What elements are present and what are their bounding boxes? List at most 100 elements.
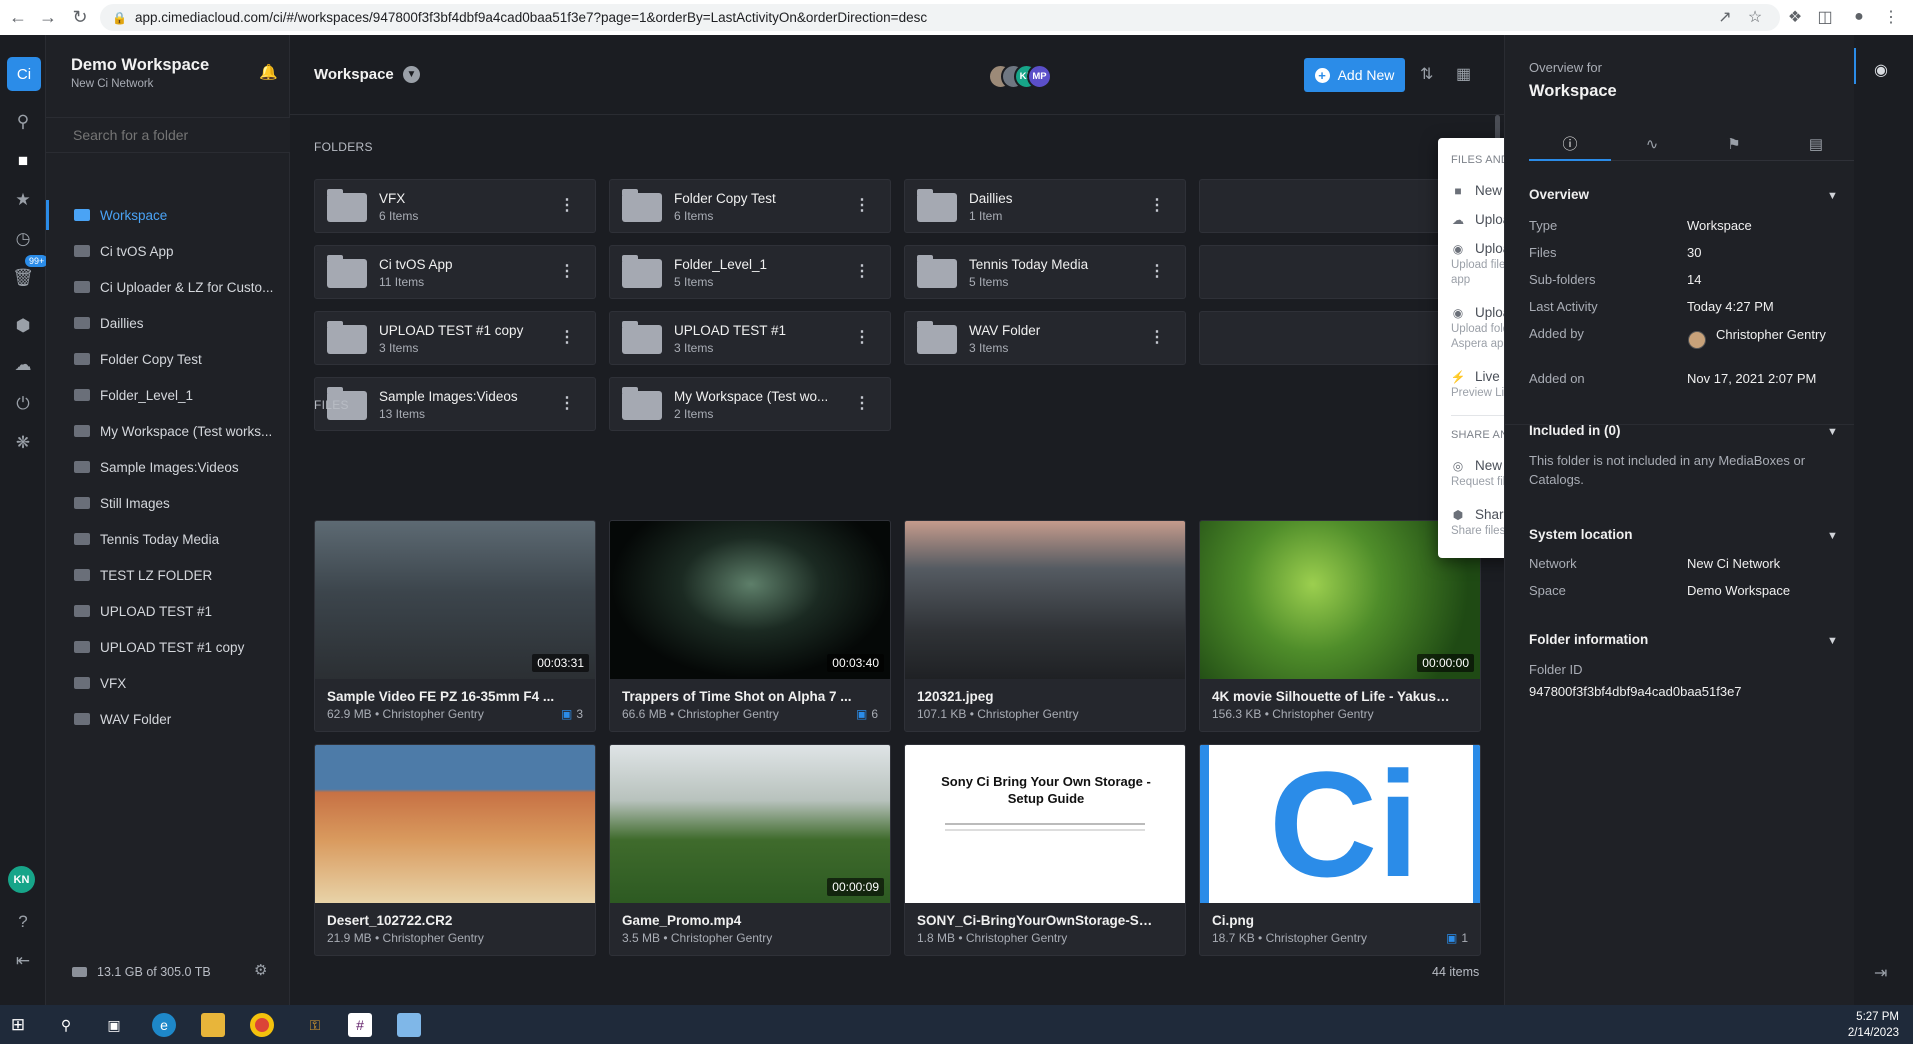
sidebar-folder-item[interactable]: Ci Uploader & LZ for Custo...: [46, 272, 290, 302]
forward-icon[interactable]: →: [32, 0, 64, 35]
folder-card[interactable]: UPLOAD TEST #1 copy 3 Items ⋮: [314, 311, 596, 365]
sidebar-folder-item[interactable]: Folder_Level_1: [46, 380, 290, 410]
folder-info-heading[interactable]: Folder information: [1529, 632, 1648, 647]
settings-gear-icon[interactable]: ⚙: [254, 961, 267, 979]
comment-count[interactable]: ▣ 3: [561, 707, 583, 721]
folder-card[interactable]: WAV Folder 3 Items ⋮: [904, 311, 1186, 365]
chevron-down-icon[interactable]: ▼: [1827, 635, 1838, 647]
folder-card[interactable]: Folder Copy Test 6 Items ⋮: [609, 179, 891, 233]
sidebar-folder-item[interactable]: Sample Images:Videos: [46, 452, 290, 482]
more-options-icon[interactable]: ⋮: [559, 393, 575, 413]
sidebar-folder-item[interactable]: VFX: [46, 668, 290, 698]
windows-start-icon[interactable]: ⊞: [6, 1013, 30, 1037]
eye-icon[interactable]: ◉: [1874, 60, 1888, 80]
overview-heading[interactable]: Overview: [1529, 187, 1589, 202]
clock-icon[interactable]: ◷: [8, 224, 38, 254]
folder-card[interactable]: Sample Images:Videos 13 Items ⋮: [314, 377, 596, 431]
chevron-down-icon[interactable]: ▼: [1827, 530, 1838, 542]
help-icon[interactable]: ?: [8, 907, 38, 937]
sidebar-folder-item[interactable]: Still Images: [46, 488, 290, 518]
folder-card[interactable]: UPLOAD TEST #1 3 Items ⋮: [609, 311, 891, 365]
sidebar-folder-item[interactable]: My Workspace (Test works...: [46, 416, 290, 446]
trash-icon[interactable]: 🗑: [8, 263, 38, 293]
file-card[interactable]: 00:03:31 Sample Video FE PZ 16-35mm F4 ..…: [314, 520, 596, 732]
address-bar[interactable]: 🔒 app.cimediacloud.com/ci/#/workspaces/9…: [100, 4, 1780, 31]
grid-view-icon[interactable]: ▦: [1456, 64, 1471, 84]
system-location-heading[interactable]: System location: [1529, 527, 1633, 542]
sort-icon[interactable]: ⇅: [1420, 64, 1433, 84]
keys-icon[interactable]: ⚿: [303, 1013, 327, 1037]
sidebar-folder-item[interactable]: UPLOAD TEST #1 copy: [46, 632, 290, 662]
chevron-down-icon[interactable]: ▼: [403, 66, 420, 83]
sidebar-folder-item[interactable]: Folder Copy Test: [46, 344, 290, 374]
file-explorer-icon[interactable]: [201, 1013, 225, 1037]
reload-icon[interactable]: ↻: [64, 0, 96, 35]
more-options-icon[interactable]: ⋮: [854, 327, 870, 347]
tab-activity[interactable]: ∿: [1611, 127, 1693, 161]
file-card[interactable]: Desert_102722.CR2 21.9 MB • Christopher G…: [314, 744, 596, 956]
bookmark-star-icon[interactable]: ☆: [1744, 6, 1766, 28]
sidebar-folder-item[interactable]: Workspace: [46, 200, 290, 230]
search-icon[interactable]: ⚲: [8, 107, 38, 137]
member-avatar-mp[interactable]: MP: [1027, 64, 1052, 89]
collapse-left-icon[interactable]: ⇤: [8, 946, 38, 976]
tab-metadata[interactable]: ▤: [1775, 127, 1857, 161]
more-options-icon[interactable]: ⋮: [559, 195, 575, 215]
file-card[interactable]: 00:00:09 Game_Promo.mp4 3.5 MB • Christoph…: [609, 744, 891, 956]
folder-search-input[interactable]: [46, 117, 290, 153]
cloud-icon[interactable]: ☁: [8, 350, 38, 380]
browser-menu-icon[interactable]: ⋮: [1880, 6, 1902, 28]
add-new-button[interactable]: + Add New: [1304, 58, 1405, 92]
notepad-icon[interactable]: [397, 1013, 421, 1037]
folder-card[interactable]: VFX 6 Items ⋮: [314, 179, 596, 233]
bell-icon[interactable]: 🔔: [259, 63, 278, 81]
folder-card[interactable]: Tennis Today Media 5 Items ⋮: [904, 245, 1186, 299]
cube-icon[interactable]: ⬢: [8, 311, 38, 341]
share-icon[interactable]: ↗: [1714, 6, 1736, 28]
comment-count[interactable]: ▣ 1: [1446, 931, 1468, 945]
more-options-icon[interactable]: ⋮: [559, 327, 575, 347]
included-heading[interactable]: Included in (0): [1529, 423, 1621, 438]
extensions-icon[interactable]: ❖: [1784, 6, 1806, 28]
folder-card[interactable]: Daillies 1 Item ⋮: [904, 179, 1186, 233]
sidebar-folder-item[interactable]: Tennis Today Media: [46, 524, 290, 554]
more-options-icon[interactable]: ⋮: [1149, 327, 1165, 347]
file-card[interactable]: 120321.jpeg 107.1 KB • Christopher Gentry: [904, 520, 1186, 732]
edge-icon[interactable]: e: [152, 1013, 176, 1037]
sidebar-folder-item[interactable]: Daillies: [46, 308, 290, 338]
more-options-icon[interactable]: ⋮: [1149, 261, 1165, 281]
sidebar-folder-item[interactable]: WAV Folder: [46, 704, 290, 734]
star-icon[interactable]: ★: [8, 185, 38, 215]
folder-card[interactable]: Folder_Level_1 5 Items ⋮: [609, 245, 891, 299]
power-icon[interactable]: ⏻: [8, 389, 38, 419]
user-avatar[interactable]: KN: [8, 866, 35, 893]
collapse-right-icon[interactable]: ⇥: [1874, 963, 1887, 983]
ci-logo[interactable]: Ci: [7, 57, 41, 91]
profile-icon[interactable]: ●: [1848, 6, 1870, 28]
breadcrumb[interactable]: Workspace: [314, 66, 394, 83]
tab-tags[interactable]: ⚑: [1693, 127, 1775, 161]
task-view-icon[interactable]: ▣: [102, 1013, 126, 1037]
chevron-down-icon[interactable]: ▼: [1827, 190, 1838, 202]
sidebar-folder-item[interactable]: Ci tvOS App: [46, 236, 290, 266]
file-card[interactable]: Sony Ci Bring Your Own Storage - Setup G…: [904, 744, 1186, 956]
back-icon[interactable]: ←: [2, 0, 34, 35]
file-card[interactable]: 00:03:40 Trappers of Time Shot on Alpha 7…: [609, 520, 891, 732]
tab-info[interactable]: ⓘ: [1529, 127, 1611, 161]
more-options-icon[interactable]: ⋮: [854, 393, 870, 413]
chevron-down-icon[interactable]: ▼: [1827, 426, 1838, 438]
more-options-icon[interactable]: ⋮: [559, 261, 575, 281]
more-options-icon[interactable]: ⋮: [854, 195, 870, 215]
folder-icon[interactable]: ■: [8, 146, 38, 176]
system-clock[interactable]: 5:27 PM 2/14/2023: [1848, 1009, 1899, 1041]
chrome-icon[interactable]: [250, 1013, 274, 1037]
more-options-icon[interactable]: ⋮: [854, 261, 870, 281]
folder-card[interactable]: My Workspace (Test wo... 2 Items ⋮: [609, 377, 891, 431]
sidepanel-icon[interactable]: ◫: [1814, 6, 1836, 28]
gear-alt-icon[interactable]: ❋: [8, 428, 38, 458]
taskbar-search-icon[interactable]: ⚲: [54, 1013, 78, 1037]
more-options-icon[interactable]: ⋮: [1149, 195, 1165, 215]
comment-count[interactable]: ▣ 6: [856, 707, 878, 721]
folder-card[interactable]: Ci tvOS App 11 Items ⋮: [314, 245, 596, 299]
sidebar-folder-item[interactable]: UPLOAD TEST #1: [46, 596, 290, 626]
